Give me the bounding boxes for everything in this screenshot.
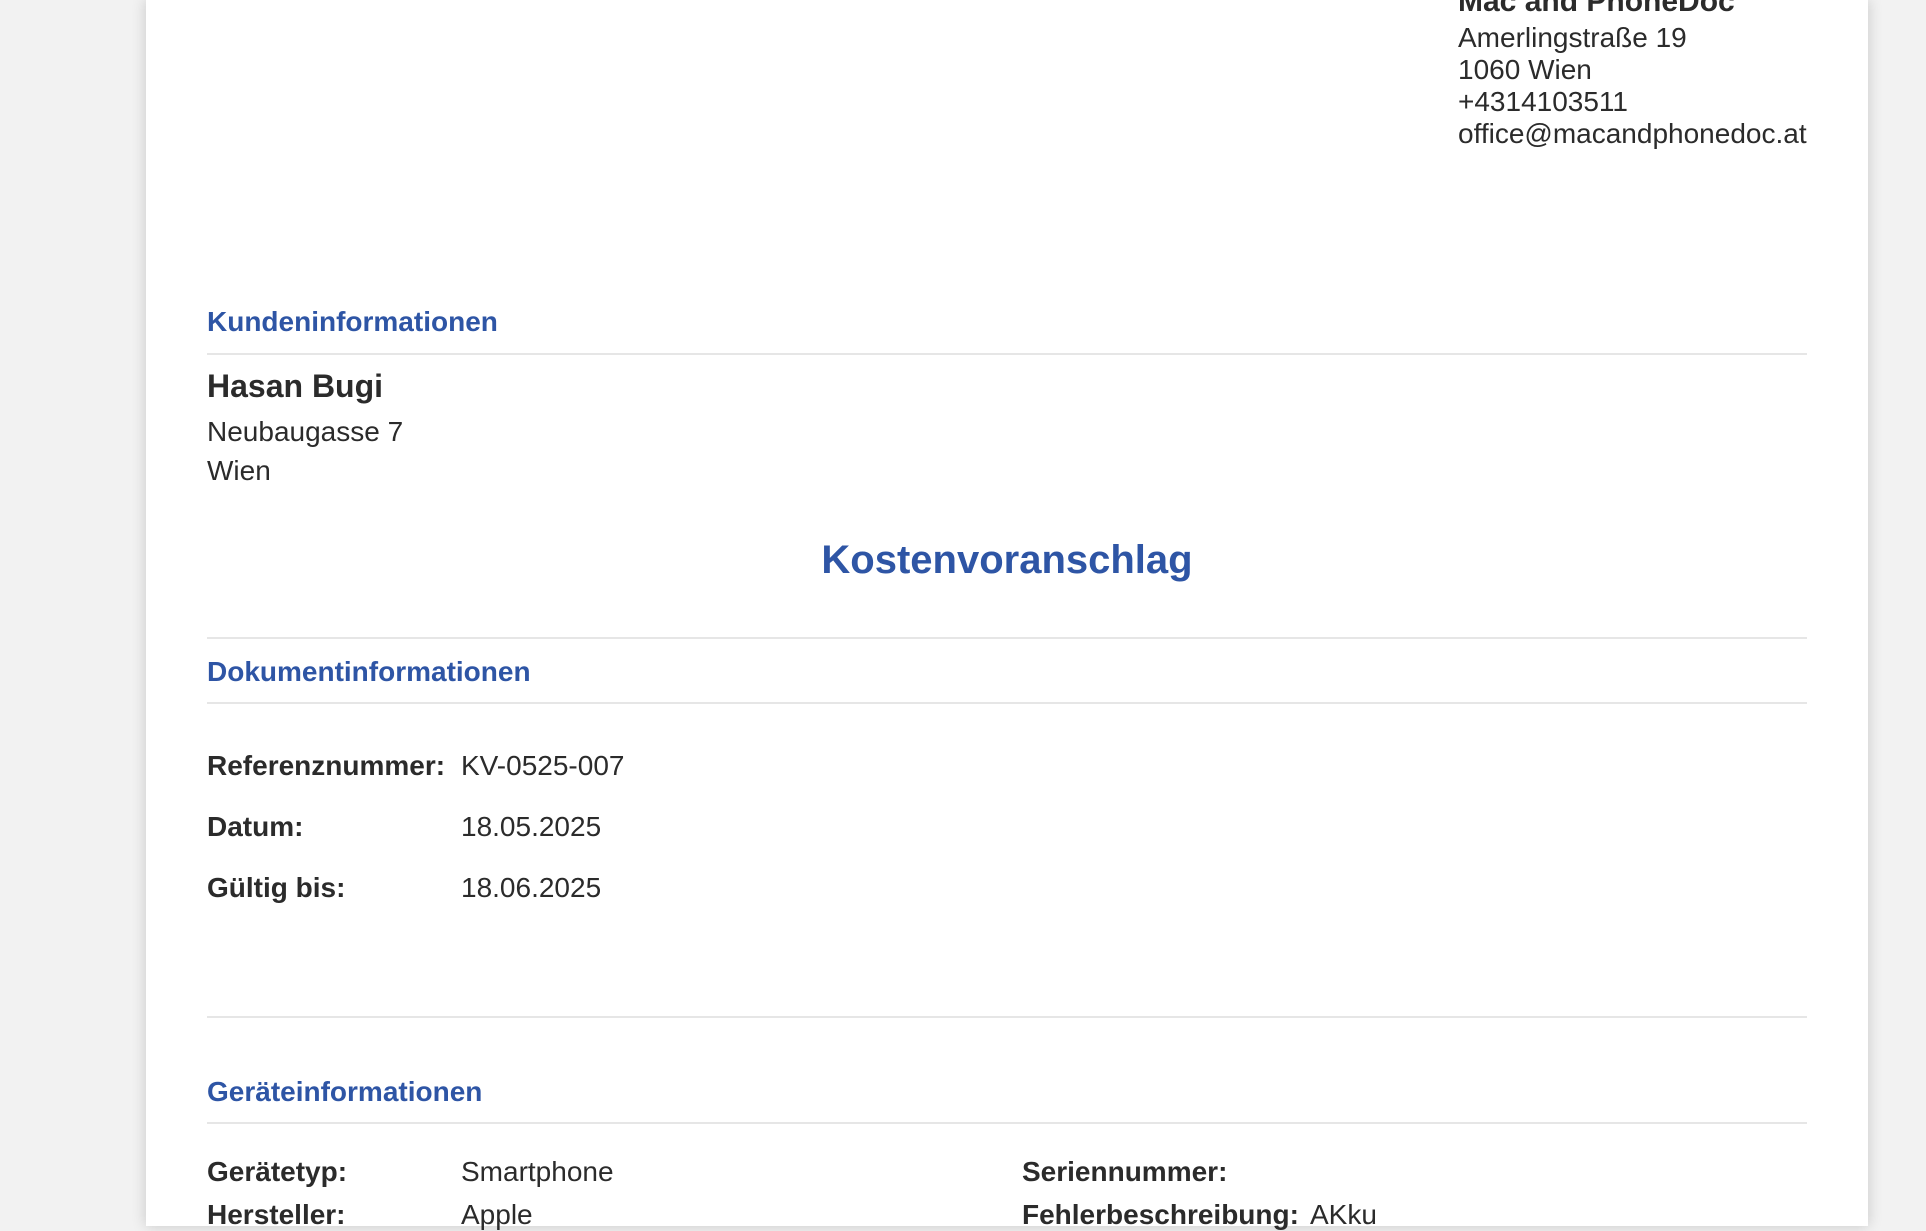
company-phone: +4314103511 bbox=[1458, 86, 1628, 117]
customer-section-title: Kundeninformationen bbox=[207, 306, 498, 337]
device-info-divider bbox=[207, 1122, 1807, 1124]
fault-description-value: AKku bbox=[1310, 1199, 1377, 1230]
device-info-section-title: Geräteinformationen bbox=[207, 1076, 483, 1107]
reference-number-value: KV-0525-007 bbox=[461, 750, 625, 781]
reference-number-label: Referenznummer: bbox=[207, 750, 446, 781]
document-title: Kostenvoranschlag bbox=[821, 538, 1193, 582]
device-type-label: Gerätetyp: bbox=[207, 1156, 348, 1187]
company-name: Mac and PhoneDoc bbox=[1458, 0, 1735, 18]
date-value: 18.05.2025 bbox=[461, 811, 602, 842]
date-label: Datum: bbox=[207, 811, 304, 842]
doc-info-bottom-divider bbox=[207, 1016, 1807, 1018]
title-divider bbox=[207, 637, 1807, 639]
customer-section-divider bbox=[207, 353, 1807, 355]
doc-info-divider bbox=[207, 702, 1807, 704]
customer-city: Wien bbox=[207, 455, 271, 486]
company-city: 1060 Wien bbox=[1458, 54, 1592, 85]
doc-info-section-title: Dokumentinformationen bbox=[207, 656, 531, 687]
device-type-value: Smartphone bbox=[461, 1156, 614, 1187]
valid-until-label: Gültig bis: bbox=[207, 872, 346, 903]
fault-description-label: Fehlerbeschreibung: bbox=[1022, 1199, 1299, 1230]
company-address-block: Mac and PhoneDoc Amerlingstraße 19 1060 … bbox=[1458, 0, 1807, 150]
document-page: Mac and PhoneDoc Amerlingstraße 19 1060 … bbox=[146, 0, 1868, 1230]
manufacturer-value: Apple bbox=[461, 1199, 533, 1230]
customer-name: Hasan Bugi bbox=[207, 368, 384, 404]
customer-street: Neubaugasse 7 bbox=[207, 416, 404, 447]
valid-until-value: 18.06.2025 bbox=[461, 872, 602, 903]
company-street: Amerlingstraße 19 bbox=[1458, 22, 1687, 53]
company-email: office@macandphonedoc.at bbox=[1458, 118, 1807, 149]
serial-number-label: Seriennummer: bbox=[1022, 1156, 1228, 1187]
manufacturer-label: Hersteller: bbox=[207, 1199, 346, 1230]
